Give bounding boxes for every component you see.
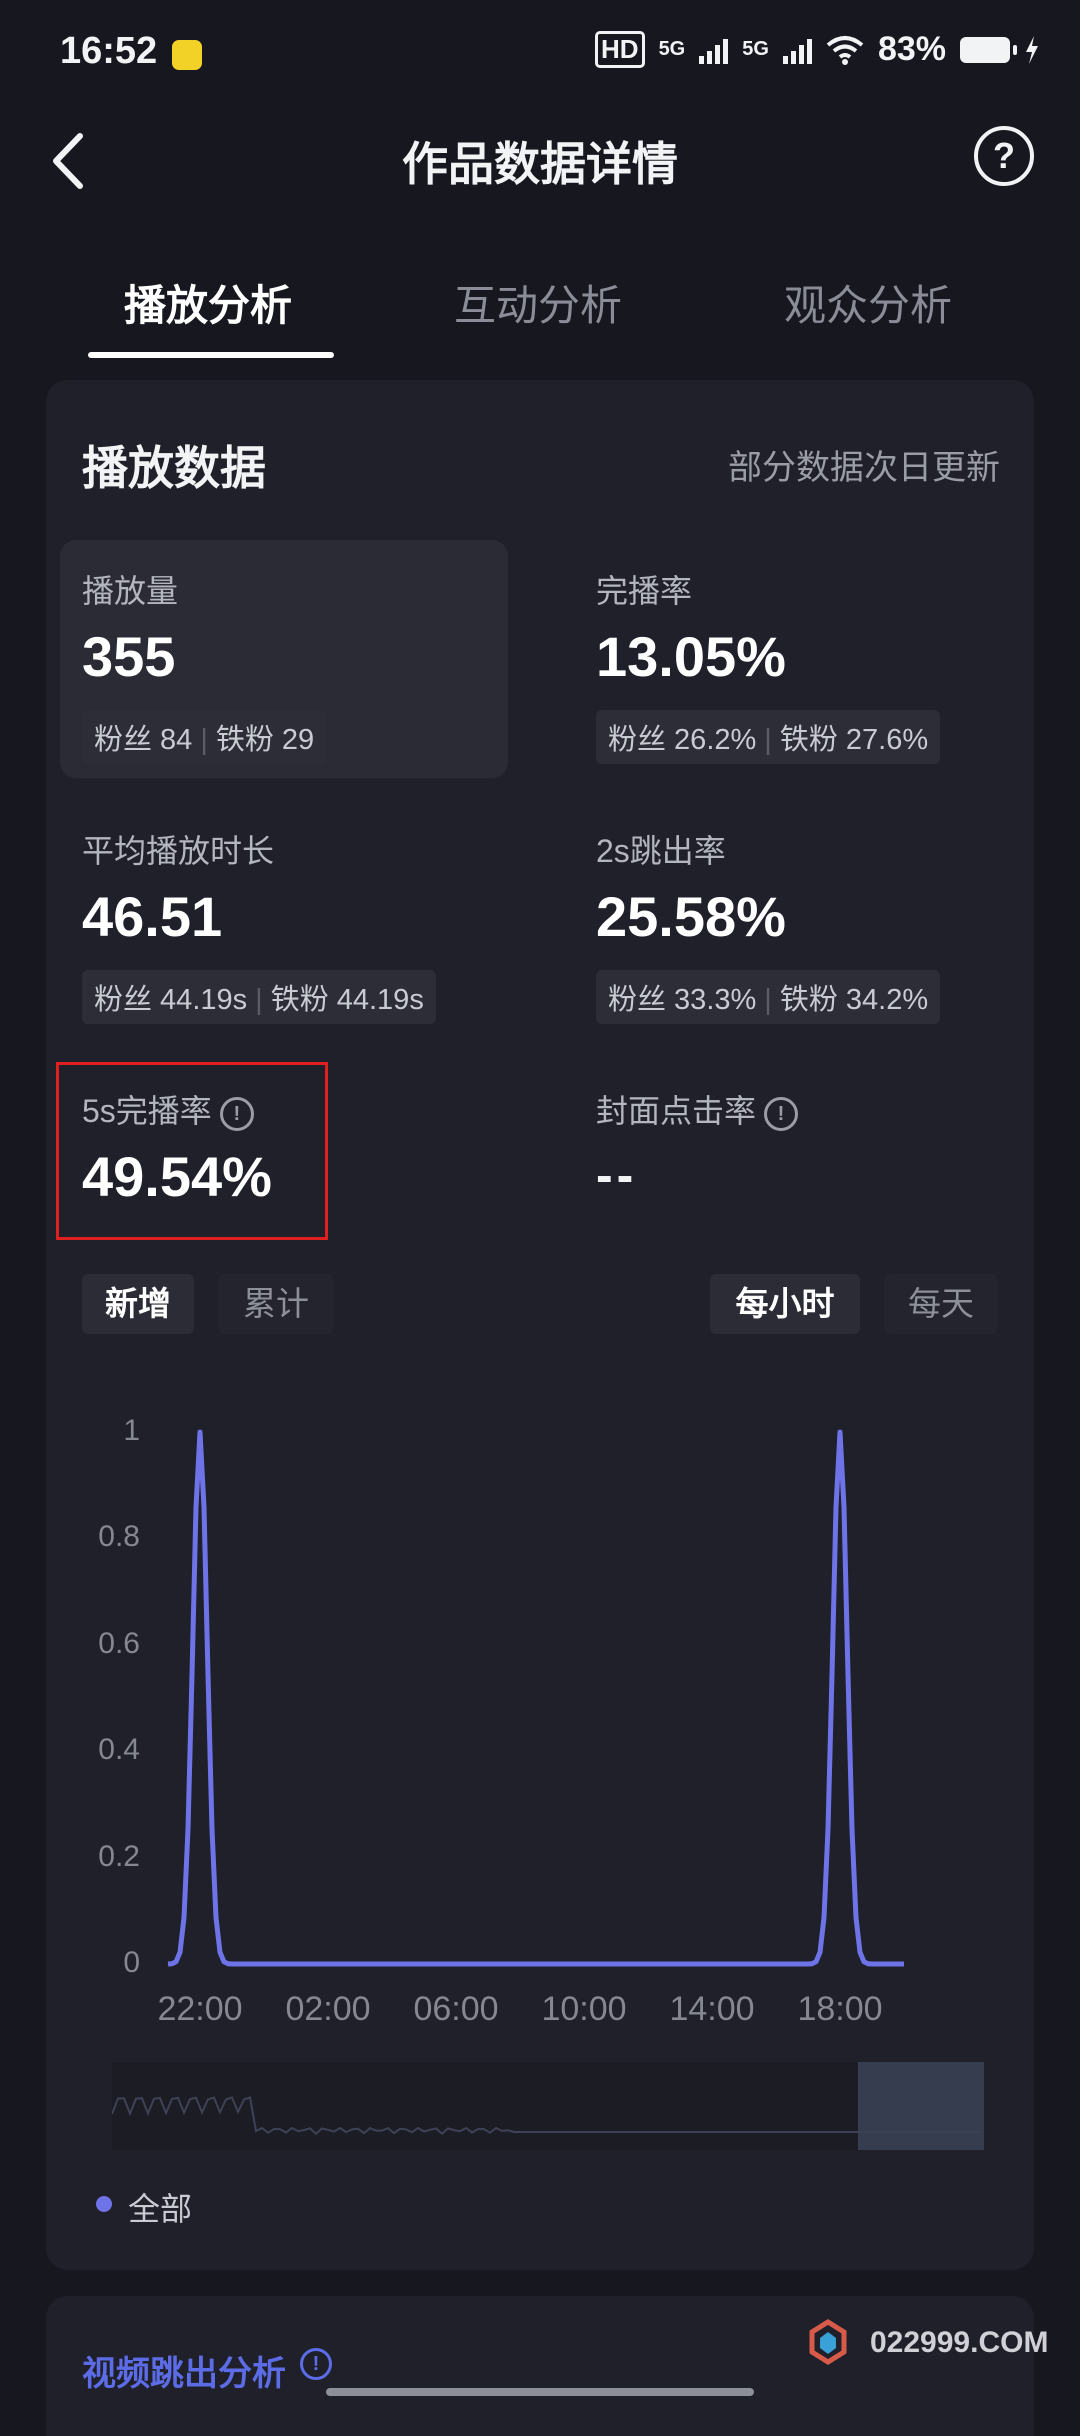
info-icon[interactable]: ! <box>764 1096 799 1131</box>
section-title: 播放数据 <box>82 442 266 494</box>
tab-interaction-analysis[interactable]: 互动分析 <box>454 272 622 333</box>
section-note: 部分数据次日更新 <box>728 449 1000 487</box>
wifi-icon <box>826 35 864 65</box>
watermark-text: 022999.COM <box>870 2326 1049 2359</box>
home-indicator[interactable] <box>326 2388 754 2396</box>
toggle-daily[interactable]: 每天 <box>884 1274 998 1334</box>
legend-label-all[interactable]: 全部 <box>128 2184 192 2230</box>
active-tab-indicator <box>88 352 334 358</box>
completion-iron-fans: 铁粉 27.6% <box>779 724 929 756</box>
range-selector[interactable] <box>112 2062 984 2150</box>
metric-bounce-breakdown: 粉丝 33.3% | 铁粉 34.2% <box>596 970 941 1024</box>
metric-cover-ctr-value: -- <box>596 1147 638 1203</box>
tab-audience-analysis[interactable]: 观众分析 <box>784 272 952 333</box>
tab-play-analysis[interactable]: 播放分析 <box>124 272 292 333</box>
hd-icon: HD <box>595 31 645 68</box>
metric-5s-completion-value: 49.54% <box>82 1145 272 1208</box>
metric-cover-ctr-text: 封面点击率 <box>596 1093 757 1129</box>
help-icon[interactable]: ? <box>974 126 1034 186</box>
completion-fans: 粉丝 26.2% <box>608 724 757 756</box>
bounce-iron-fans: 铁粉 34.2% <box>779 984 929 1016</box>
avg-duration-fans: 粉丝 44.19s <box>94 984 248 1016</box>
metric-cover-ctr-label: 封面点击率! <box>596 1086 799 1132</box>
battery-percent: 83% <box>877 30 946 68</box>
plays-fans: 粉丝 84 <box>94 724 193 756</box>
notification-app-icon <box>172 40 202 70</box>
metric-5s-completion-text: 5s完播率 <box>82 1093 212 1129</box>
metric-completion-label: 完播率 <box>596 573 693 609</box>
metric-completion-breakdown: 粉丝 26.2% | 铁粉 27.6% <box>596 710 941 764</box>
battery-icon <box>960 36 1017 63</box>
info-icon[interactable]: ! <box>219 1096 254 1131</box>
avg-duration-iron-fans: 铁粉 44.19s <box>270 984 424 1016</box>
metric-avg-duration-breakdown: 粉丝 44.19s | 铁粉 44.19s <box>82 970 436 1024</box>
signal-1-icon <box>699 36 729 64</box>
legend-dot-all <box>96 2196 112 2212</box>
range-selector-window <box>858 2062 984 2150</box>
signal-2-icon <box>782 36 812 64</box>
signal-1-label: 5G <box>658 38 686 60</box>
metric-bounce-label: 2s跳出率 <box>596 833 726 869</box>
toggle-hourly[interactable]: 每小时 <box>710 1274 860 1334</box>
metric-5s-completion-label: 5s完播率! <box>82 1086 254 1132</box>
toggle-new[interactable]: 新增 <box>82 1274 194 1334</box>
watermark-logo <box>809 2319 847 2365</box>
metric-avg-duration-label: 平均播放时长 <box>82 833 275 869</box>
metric-bounce-value: 25.58% <box>596 885 786 948</box>
plays-iron-fans: 铁粉 29 <box>215 724 315 756</box>
info-icon[interactable]: ! <box>300 2348 332 2380</box>
metric-plays-breakdown: 粉丝 84 | 铁粉 29 <box>82 710 327 764</box>
status-time: 16:52 <box>60 30 158 72</box>
charging-icon <box>1026 35 1038 64</box>
metric-avg-duration-value: 46.51 <box>82 885 223 948</box>
bounce-analysis-title[interactable]: 视频跳出分析 <box>82 2346 286 2395</box>
status-icons: HD 5G 5G 83% <box>595 30 1040 69</box>
page-title: 作品数据详情 <box>402 138 678 190</box>
signal-2-label: 5G <box>742 38 769 60</box>
metric-plays-label: 播放量 <box>82 573 179 609</box>
metric-plays-value: 355 <box>82 625 176 688</box>
bounce-fans: 粉丝 33.3% <box>608 984 757 1016</box>
toggle-cumulative[interactable]: 累计 <box>218 1274 334 1334</box>
metric-completion-value: 13.05% <box>596 625 786 688</box>
